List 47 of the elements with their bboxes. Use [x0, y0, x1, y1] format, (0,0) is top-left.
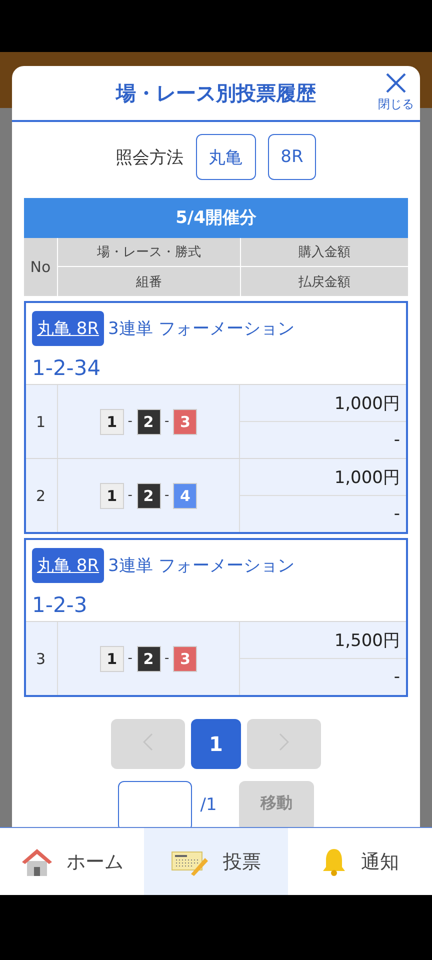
bell-icon — [321, 846, 347, 876]
separator-text: - — [164, 414, 170, 429]
table-caption: 5/4開催分 — [24, 198, 408, 238]
separator-text: - — [164, 651, 170, 666]
separator-text: - — [128, 488, 132, 503]
page-input[interactable] — [118, 781, 192, 827]
boat-number: 2 — [136, 646, 160, 672]
row-number: 3 — [26, 622, 58, 695]
boat-number: 1 — [100, 646, 124, 672]
payout-amount: - — [394, 430, 400, 450]
row-number: 2 — [26, 459, 58, 532]
payout-amount: - — [394, 504, 400, 524]
filter-button[interactable]: 8R — [268, 134, 316, 180]
separator-text: - — [164, 488, 170, 503]
boat-number: 3 — [173, 646, 198, 672]
page-count: /1 — [200, 794, 217, 815]
separator-text: - — [128, 414, 132, 429]
boat-number: 1 — [100, 408, 124, 434]
bet-type: 3連単 フォーメーション — [108, 318, 294, 340]
combination-text: 1-2-34 — [32, 356, 102, 380]
column-header: 場・レース・勝式 — [58, 238, 240, 266]
house-icon — [20, 846, 52, 876]
filter-button[interactable]: 丸亀 — [196, 134, 256, 180]
purchase-amount: 1,500円 — [334, 630, 400, 652]
combination-text: 1-2-3 — [32, 593, 88, 617]
boat-number: 1 — [100, 482, 124, 508]
purchase-amount: 1,000円 — [334, 392, 400, 414]
column-header: 組番 — [58, 267, 240, 296]
column-header: 払戻金額 — [241, 267, 408, 296]
boat-number: 4 — [173, 482, 198, 508]
race-link[interactable]: 丸亀 8R — [32, 548, 104, 583]
separator-text: - — [128, 651, 132, 666]
page-button[interactable]: 1 — [191, 719, 241, 769]
nav-tab[interactable]: 投票 — [144, 828, 288, 895]
race-link[interactable]: 丸亀 8R — [32, 311, 104, 346]
modal-title: 場・レース別投票履歴 — [116, 80, 316, 106]
query-label: 照会方法 — [116, 146, 184, 168]
boat-number: 2 — [136, 408, 160, 434]
column-header: 購入金額 — [241, 238, 408, 266]
close-button[interactable]: 閉じる — [378, 72, 414, 113]
purchase-amount: 1,000円 — [334, 466, 400, 488]
payout-amount: - — [394, 667, 400, 687]
boat-number: 2 — [136, 482, 160, 508]
bet-type: 3連単 フォーメーション — [108, 555, 294, 577]
close-icon — [385, 72, 407, 94]
column-header: No — [24, 238, 57, 296]
boat-number: 3 — [173, 408, 198, 434]
